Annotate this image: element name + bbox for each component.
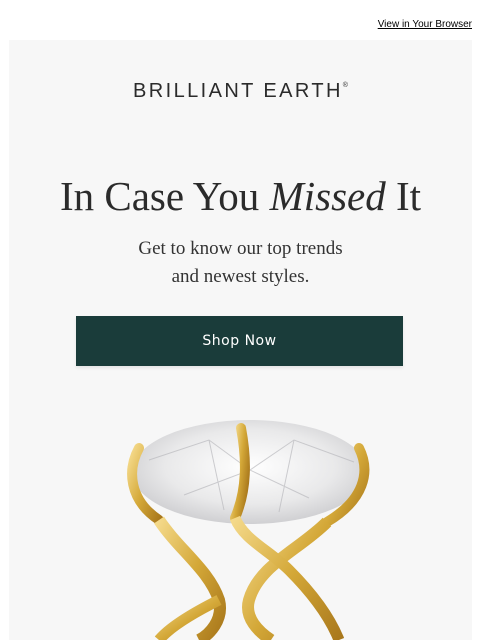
headline-pre: In Case You (59, 173, 270, 219)
headline-post: It (385, 173, 422, 219)
subheadline: Get to know our top trends and newest st… (9, 235, 472, 291)
ring-product-image[interactable] (9, 400, 472, 640)
brand-logo[interactable]: BRILLIANT EARTH® (9, 80, 472, 103)
subheadline-line-2: and newest styles. (171, 266, 310, 287)
headline-emphasis: Missed (269, 173, 386, 219)
subheadline-line-1: Get to know our top trends (138, 238, 343, 259)
email-top-bar: View in Your Browser (0, 0, 480, 40)
registered-mark: ® (342, 82, 348, 89)
headline: In Case You Missed It (9, 172, 472, 220)
shop-now-button[interactable]: Shop Now (76, 316, 403, 366)
view-in-browser-link[interactable]: View in Your Browser (378, 19, 472, 30)
diamond-shape (132, 420, 368, 524)
email-card: BRILLIANT EARTH® In Case You Missed It G… (9, 40, 472, 640)
brand-name: BRILLIANT EARTH (133, 80, 343, 102)
